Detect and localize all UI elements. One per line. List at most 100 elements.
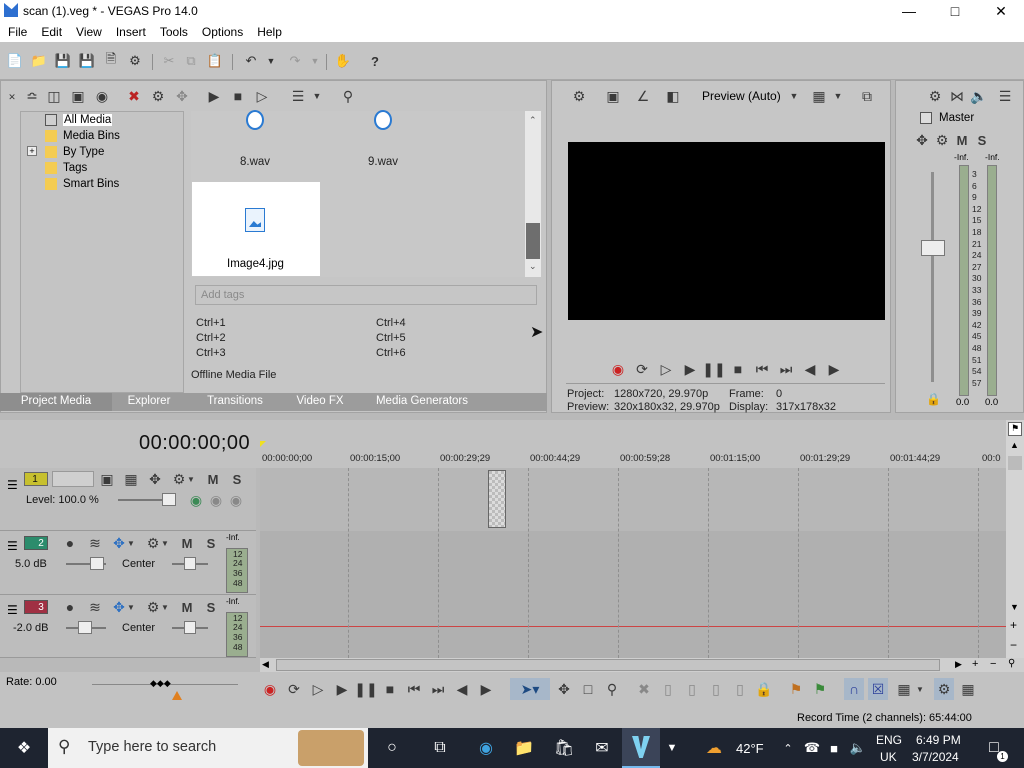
- search-icon[interactable]: ⚲: [339, 86, 357, 106]
- cursor-marker-icon[interactable]: [260, 441, 266, 447]
- show-hidden-icons-icon[interactable]: ⌃: [776, 736, 800, 760]
- pan-dropdown-icon[interactable]: ▼: [126, 534, 136, 552]
- menu-help[interactable]: Help: [249, 25, 288, 39]
- auto-preview-icon[interactable]: ▷: [253, 86, 271, 106]
- lock-envelopes-icon[interactable]: ⚙: [934, 678, 954, 700]
- microsoft-store-icon[interactable]: 🛍: [552, 736, 576, 760]
- scrollbar-thumb[interactable]: [1008, 456, 1022, 470]
- trim-icon[interactable]: ▯: [660, 680, 676, 698]
- menu-file[interactable]: File: [0, 25, 33, 39]
- loop-playback-icon[interactable]: ⟳: [634, 360, 650, 378]
- stop-icon[interactable]: ■: [382, 680, 398, 698]
- scrollbar-thumb[interactable]: [526, 223, 540, 259]
- overlays-grid-icon[interactable]: ▦: [810, 86, 828, 106]
- tree-item-all-media[interactable]: All Media: [45, 112, 113, 128]
- tab-video-fx[interactable]: Video FX: [284, 393, 356, 411]
- previous-frame-icon[interactable]: ◀: [802, 360, 818, 378]
- split-icon[interactable]: ▯: [732, 680, 748, 698]
- play-icon[interactable]: ▶: [682, 360, 698, 378]
- envelope-icon[interactable]: ≋: [86, 598, 104, 616]
- track-pan-icon[interactable]: ✥: [146, 470, 164, 488]
- preview-quality-dropdown[interactable]: Preview (Auto): [702, 89, 781, 103]
- master-fx-icon[interactable]: ⚙: [935, 132, 949, 148]
- track-solo-button[interactable]: S: [202, 598, 220, 616]
- track-motion-icon[interactable]: ▣: [98, 470, 116, 488]
- play-from-start-icon[interactable]: ▷: [658, 360, 674, 378]
- arm-for-record-icon[interactable]: ●: [62, 534, 78, 552]
- views-dropdown-icon[interactable]: ▼: [311, 86, 323, 106]
- zoom-out-vertical-icon[interactable]: −: [1010, 638, 1017, 652]
- arm-for-record-icon[interactable]: ●: [62, 598, 78, 616]
- zoom-edit-tool-icon[interactable]: ⚲: [604, 680, 620, 698]
- tab-project-media[interactable]: Project Media: [0, 393, 112, 411]
- level-slider-handle[interactable]: [162, 493, 176, 506]
- expand-by-type-icon[interactable]: +: [27, 146, 37, 156]
- close-button[interactable]: ✕: [978, 0, 1024, 22]
- track-fx-dropdown-icon[interactable]: ▼: [160, 534, 170, 552]
- ignore-event-grouping-icon[interactable]: ▦: [958, 680, 978, 698]
- media-generators-icon[interactable]: ✥: [173, 86, 191, 106]
- views-icon[interactable]: ☰: [289, 86, 307, 106]
- track-fx-dropdown-icon[interactable]: ▼: [186, 470, 196, 488]
- normal-edit-tool-icon[interactable]: ➤▾: [510, 678, 550, 700]
- pan-slider-handle[interactable]: [184, 557, 196, 570]
- volume-envelope-line[interactable]: [260, 626, 1006, 627]
- cut-icon[interactable]: ✂: [160, 52, 178, 70]
- tree-item-media-bins[interactable]: Media Bins: [45, 128, 120, 144]
- zoom-in-vertical-icon[interactable]: +: [1010, 618, 1017, 632]
- clock-time[interactable]: 6:49 PM: [916, 733, 961, 747]
- go-to-start-icon[interactable]: ⏮: [406, 680, 422, 698]
- new-project-icon[interactable]: 📄: [6, 52, 24, 70]
- import-media-icon[interactable]: ≏: [23, 86, 41, 106]
- menu-view[interactable]: View: [68, 25, 108, 39]
- split-screen-icon[interactable]: ∠: [634, 86, 652, 106]
- media-file-label[interactable]: 9.wav: [368, 156, 398, 168]
- track-mute-button[interactable]: M: [178, 598, 196, 616]
- stop-icon[interactable]: ■: [730, 360, 746, 378]
- go-to-end-icon[interactable]: ⏭: [430, 680, 446, 698]
- scroll-left-icon[interactable]: ◀: [262, 659, 269, 670]
- redo-icon[interactable]: ↷: [286, 52, 304, 70]
- scroll-down-icon[interactable]: ⌄: [529, 261, 537, 272]
- redo-dropdown-icon[interactable]: ▼: [306, 52, 324, 70]
- weather-icon[interactable]: ☁: [702, 736, 726, 760]
- trim-end-icon[interactable]: ▯: [708, 680, 724, 698]
- scroll-down-icon[interactable]: ▼: [1010, 602, 1019, 612]
- pan-dropdown-icon[interactable]: ▼: [126, 598, 136, 616]
- track-name-field[interactable]: [52, 471, 94, 487]
- mail-icon[interactable]: ✉: [590, 736, 614, 760]
- insert-marker-icon[interactable]: ⚑: [788, 680, 804, 698]
- edge-browser-icon[interactable]: ◉: [474, 736, 498, 760]
- track-fx-dropdown-icon[interactable]: ▼: [160, 598, 170, 616]
- clock-date[interactable]: 3/7/2024: [912, 750, 959, 764]
- rate-marker-icon[interactable]: [172, 691, 182, 700]
- undo-dropdown-icon[interactable]: ▼: [262, 52, 280, 70]
- lock-icon[interactable]: 🔒: [926, 392, 941, 406]
- trim-start-icon[interactable]: ▯: [684, 680, 700, 698]
- menu-tools[interactable]: Tools: [152, 25, 194, 39]
- track-solo-button[interactable]: S: [228, 470, 246, 488]
- marker-flag-icon[interactable]: ⚑: [1008, 422, 1022, 436]
- track-menu-icon[interactable]: ☰: [7, 539, 18, 553]
- menu-edit[interactable]: Edit: [33, 25, 68, 39]
- mixer-faders-icon[interactable]: ☰: [996, 86, 1014, 106]
- file-explorer-icon[interactable]: 📁: [512, 736, 536, 760]
- add-tags-input[interactable]: Add tags: [195, 285, 537, 305]
- play-media-icon[interactable]: ▶: [205, 86, 223, 106]
- copy-icon[interactable]: ⧉: [182, 52, 200, 70]
- render-icon[interactable]: 🗎: [102, 51, 120, 70]
- track-mute-button[interactable]: M: [178, 534, 196, 552]
- track-mute-button[interactable]: M: [204, 470, 222, 488]
- tree-item-by-type[interactable]: By Type: [45, 144, 104, 160]
- delete-icon[interactable]: ✖: [636, 680, 652, 698]
- zoom-in-horizontal-icon[interactable]: +: [972, 658, 978, 670]
- ripple-dropdown-icon[interactable]: ▼: [914, 680, 926, 698]
- scrollbar-thumb[interactable]: [276, 659, 940, 671]
- media-file-image4[interactable]: Image4.jpg: [192, 182, 320, 276]
- meet-now-icon[interactable]: ☎: [800, 736, 824, 760]
- track-solo-button[interactable]: S: [202, 534, 220, 552]
- audio-file-icon[interactable]: [374, 110, 392, 130]
- scroll-up-icon[interactable]: ▲: [1010, 440, 1019, 450]
- windows-start-icon[interactable]: ❖: [12, 736, 36, 760]
- capture-video-icon[interactable]: ◫: [45, 86, 63, 106]
